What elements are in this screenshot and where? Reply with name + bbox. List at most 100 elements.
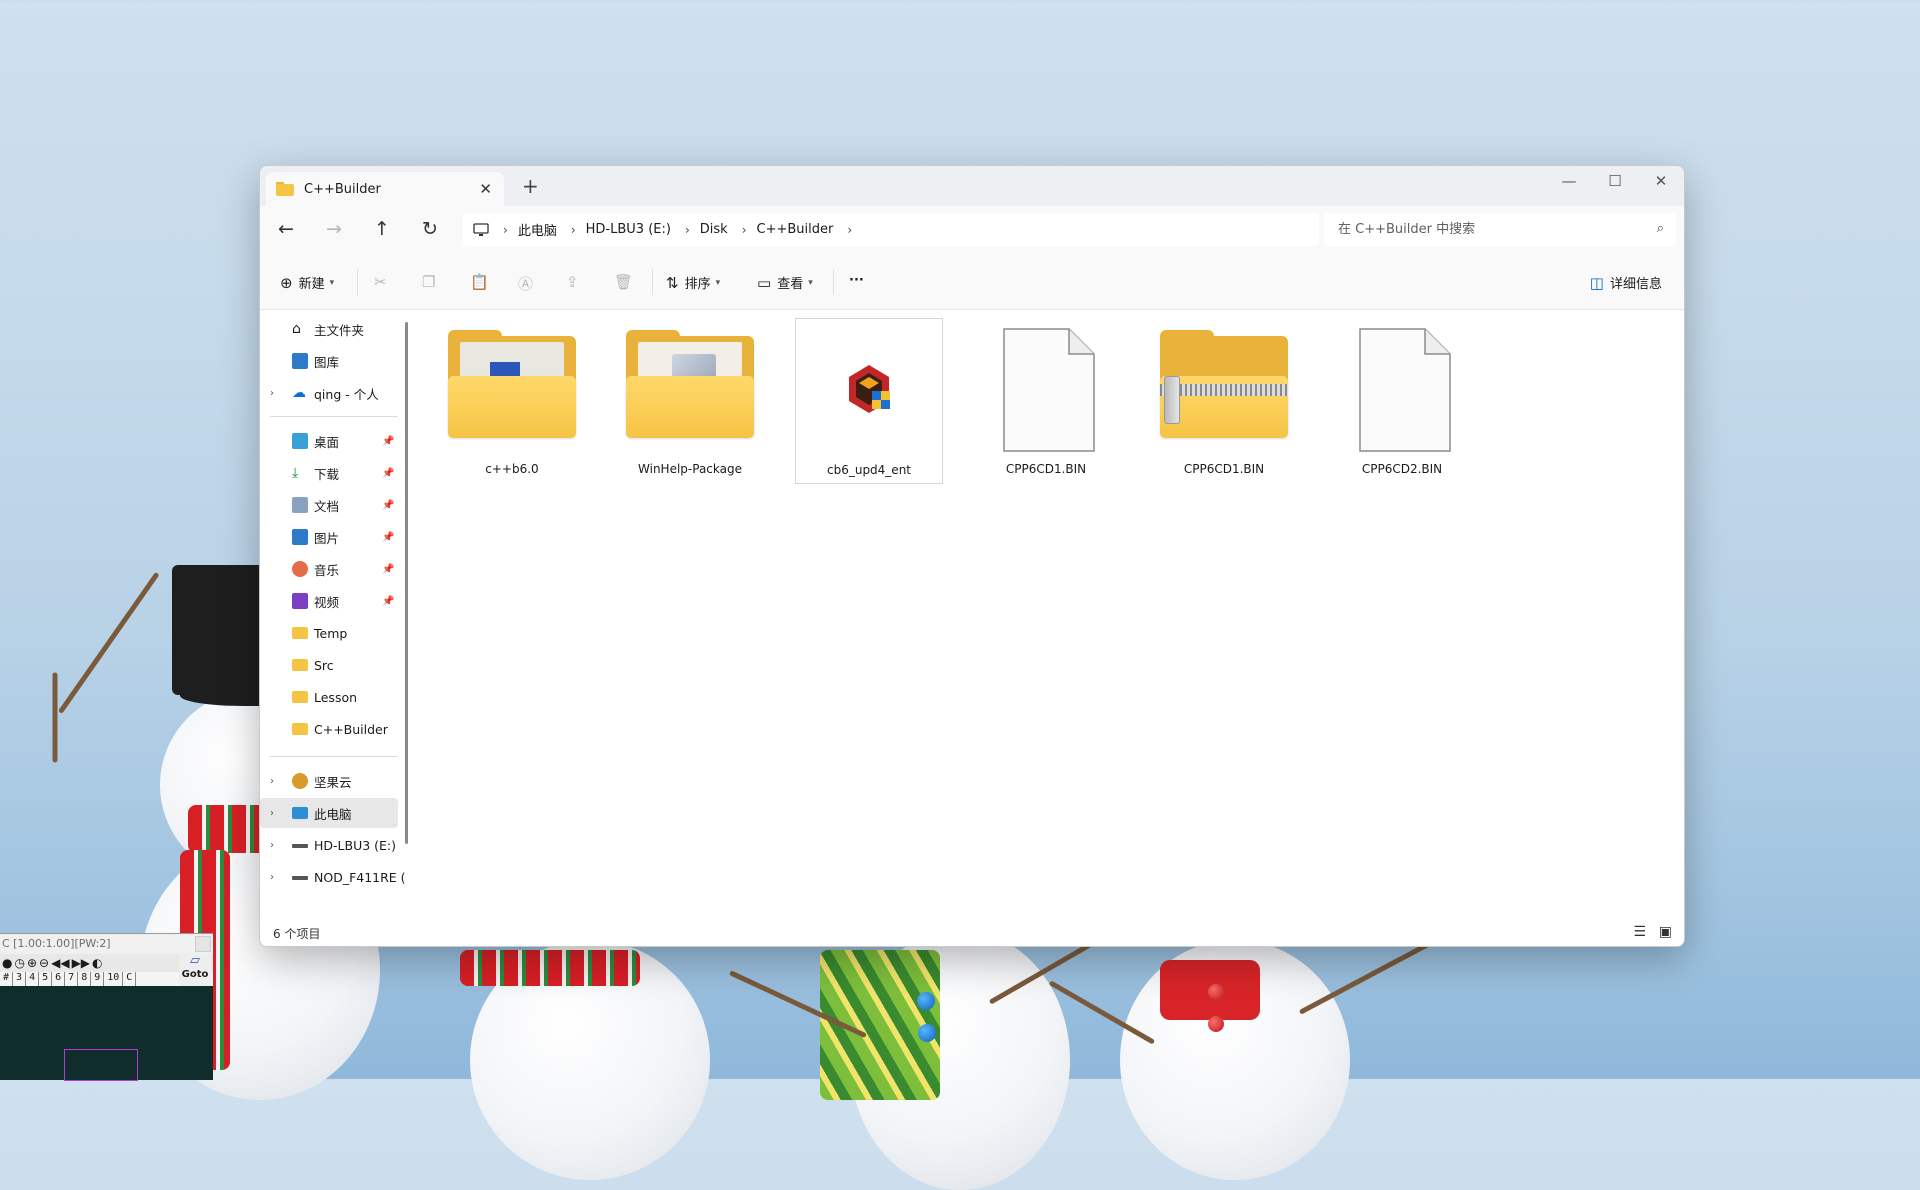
chevron-right-icon[interactable]: ›	[571, 223, 576, 237]
tool-close-button[interactable]	[195, 936, 211, 952]
sidebar-item-label: HD-LBU3 (E:)	[314, 837, 397, 853]
chevron-right-icon[interactable]: ›	[503, 223, 508, 237]
file-item-installer[interactable]: cb6_upd4_ent	[795, 318, 943, 484]
file-item-zip-folder[interactable]: CPP6CD1.BIN	[1151, 318, 1297, 482]
sidebar-item-label: 图库	[314, 354, 340, 370]
search-icon[interactable]: ⌕	[1657, 221, 1664, 236]
up-button[interactable]: ↑	[367, 218, 397, 240]
forward-button[interactable]: →	[319, 218, 349, 240]
delete-button[interactable]: 🗑	[614, 273, 639, 291]
cut-button[interactable]: ✂	[374, 273, 393, 291]
tool-num[interactable]: 4	[26, 972, 40, 986]
maximize-button[interactable]: ☐	[1592, 172, 1638, 190]
pin-icon[interactable]: 📌	[382, 500, 394, 511]
chevron-right-icon[interactable]: ›	[685, 223, 690, 237]
sidebar-item-documents[interactable]: 文档 📌	[260, 490, 398, 520]
breadcrumb-item[interactable]: HD-LBU3 (E:)	[586, 222, 671, 237]
share-button[interactable]: ⇪	[566, 273, 585, 291]
minimize-button[interactable]: —	[1546, 172, 1592, 190]
tool-num[interactable]: 5	[39, 972, 53, 986]
sidebar-item-label: Src	[314, 657, 334, 673]
chevron-right-icon[interactable]: ›	[270, 388, 274, 399]
sidebar-item-nutstore[interactable]: › 坚果云	[260, 766, 398, 796]
nav-scrollbar[interactable]	[405, 322, 408, 844]
file-item-bin[interactable]: CPP6CD2.BIN	[1329, 318, 1475, 482]
search-box[interactable]: ⌕	[1324, 213, 1676, 246]
sidebar-item-hd-lbu3[interactable]: › HD-LBU3 (E:)	[260, 830, 398, 860]
rename-button[interactable]: Ⓐ	[518, 273, 539, 294]
file-item-folder[interactable]: WinHelp-Package	[617, 318, 763, 482]
new-tab-button[interactable]: +	[522, 174, 539, 198]
chevron-right-icon[interactable]: ›	[847, 223, 852, 237]
this-pc-icon	[292, 807, 308, 819]
tool-num[interactable]: #	[0, 972, 14, 986]
record-icon[interactable]: ●	[2, 956, 12, 970]
tool-num[interactable]: 10	[104, 972, 124, 986]
sidebar-item-onedrive[interactable]: › ☁ qing - 个人	[260, 378, 398, 408]
tool-num[interactable]: 3	[13, 972, 27, 986]
sidebar-item-label: 下载	[314, 466, 340, 482]
share-icon: ⇪	[566, 273, 579, 291]
details-button[interactable]: ◫ 详细信息	[1590, 273, 1662, 293]
breadcrumb-item[interactable]: C++Builder	[757, 222, 834, 237]
pin-icon[interactable]: 📌	[382, 532, 394, 543]
sidebar-item-nod-f411re[interactable]: › NOD_F411RE (	[260, 862, 406, 892]
back-button[interactable]: ←	[271, 218, 301, 240]
sidebar-item-downloads[interactable]: ⤓ 下载 📌	[260, 458, 398, 488]
tool-num[interactable]: 9	[91, 972, 105, 986]
breadcrumb-item[interactable]: 此电脑	[518, 220, 557, 239]
sidebar-item-videos[interactable]: 视频 📌	[260, 586, 398, 616]
sidebar-item-pictures[interactable]: 图片 📌	[260, 522, 398, 552]
refresh-button[interactable]: ↻	[415, 218, 445, 240]
close-button[interactable]: ✕	[1638, 172, 1684, 190]
tab-cpp-builder[interactable]: C++Builder ✕	[266, 172, 504, 206]
sidebar-item-home[interactable]: ⌂ 主文件夹	[260, 314, 398, 344]
chevron-right-icon[interactable]: ›	[270, 776, 274, 787]
breadcrumb-item[interactable]: Disk	[700, 222, 728, 237]
large-icons-view-icon[interactable]: ▣	[1659, 924, 1672, 940]
more-options-button[interactable]: ···	[849, 273, 864, 288]
blank-file-icon	[1003, 328, 1095, 452]
paste-button[interactable]: 📋	[470, 273, 495, 291]
rewind-icon[interactable]: ◀◀	[51, 956, 69, 970]
search-input[interactable]	[1336, 221, 1640, 238]
fast-forward-icon[interactable]: ▶▶	[72, 956, 90, 970]
sidebar-item-desktop[interactable]: 桌面 📌	[260, 426, 398, 456]
tool-window-title: C [1.00:1.00][PW:2]	[0, 934, 213, 954]
tool-num[interactable]: 8	[78, 972, 92, 986]
sidebar-item-lesson[interactable]: Lesson	[260, 682, 398, 712]
details-view-icon[interactable]: ☰	[1633, 924, 1646, 940]
pin-icon[interactable]: 📌	[382, 596, 394, 607]
sidebar-item-src[interactable]: Src	[260, 650, 398, 680]
sidebar-item-gallery[interactable]: 图库	[260, 346, 398, 376]
chevron-right-icon[interactable]: ›	[270, 840, 274, 851]
view-button[interactable]: ▭ 查看 ▾	[757, 273, 813, 293]
tool-num[interactable]: C	[123, 972, 137, 986]
tool-num[interactable]: 7	[65, 972, 79, 986]
copy-button[interactable]: ❐	[422, 273, 441, 291]
chevron-right-icon[interactable]: ›	[270, 808, 274, 819]
sidebar-item-temp[interactable]: Temp	[260, 618, 398, 648]
tool-num[interactable]: 6	[52, 972, 66, 986]
file-item-bin[interactable]: CPP6CD1.BIN	[973, 318, 1119, 482]
tab-close-icon[interactable]: ✕	[479, 180, 492, 198]
new-button[interactable]: ⊕ 新建 ▾	[280, 273, 334, 293]
nav-divider	[270, 756, 398, 757]
contrast-icon[interactable]: ◐	[92, 956, 102, 970]
file-item-folder[interactable]: c++b6.0	[439, 318, 585, 482]
pin-icon[interactable]: 📌	[382, 468, 394, 479]
sidebar-item-music[interactable]: 音乐 📌	[260, 554, 398, 584]
chevron-right-icon[interactable]: ›	[742, 223, 747, 237]
sidebar-item-this-pc[interactable]: › 此电脑	[260, 798, 398, 828]
zoom-out-icon[interactable]: ⊖	[39, 956, 49, 970]
zoom-in-icon[interactable]: ⊕	[27, 956, 37, 970]
sort-button[interactable]: ⇅ 排序 ▾	[666, 273, 720, 293]
chevron-right-icon[interactable]: ›	[270, 872, 274, 883]
address-bar[interactable]: › 此电脑 › HD-LBU3 (E:) › Disk › C++Builder…	[463, 213, 1319, 246]
pin-icon[interactable]: 📌	[382, 564, 394, 575]
clock-icon[interactable]: ◷	[14, 956, 24, 970]
sidebar-item-cpp-builder[interactable]: C++Builder	[260, 714, 398, 744]
goto-button[interactable]: ▱ Goto	[179, 954, 211, 986]
pin-icon[interactable]: 📌	[382, 436, 394, 447]
sort-label: 排序	[684, 277, 711, 292]
